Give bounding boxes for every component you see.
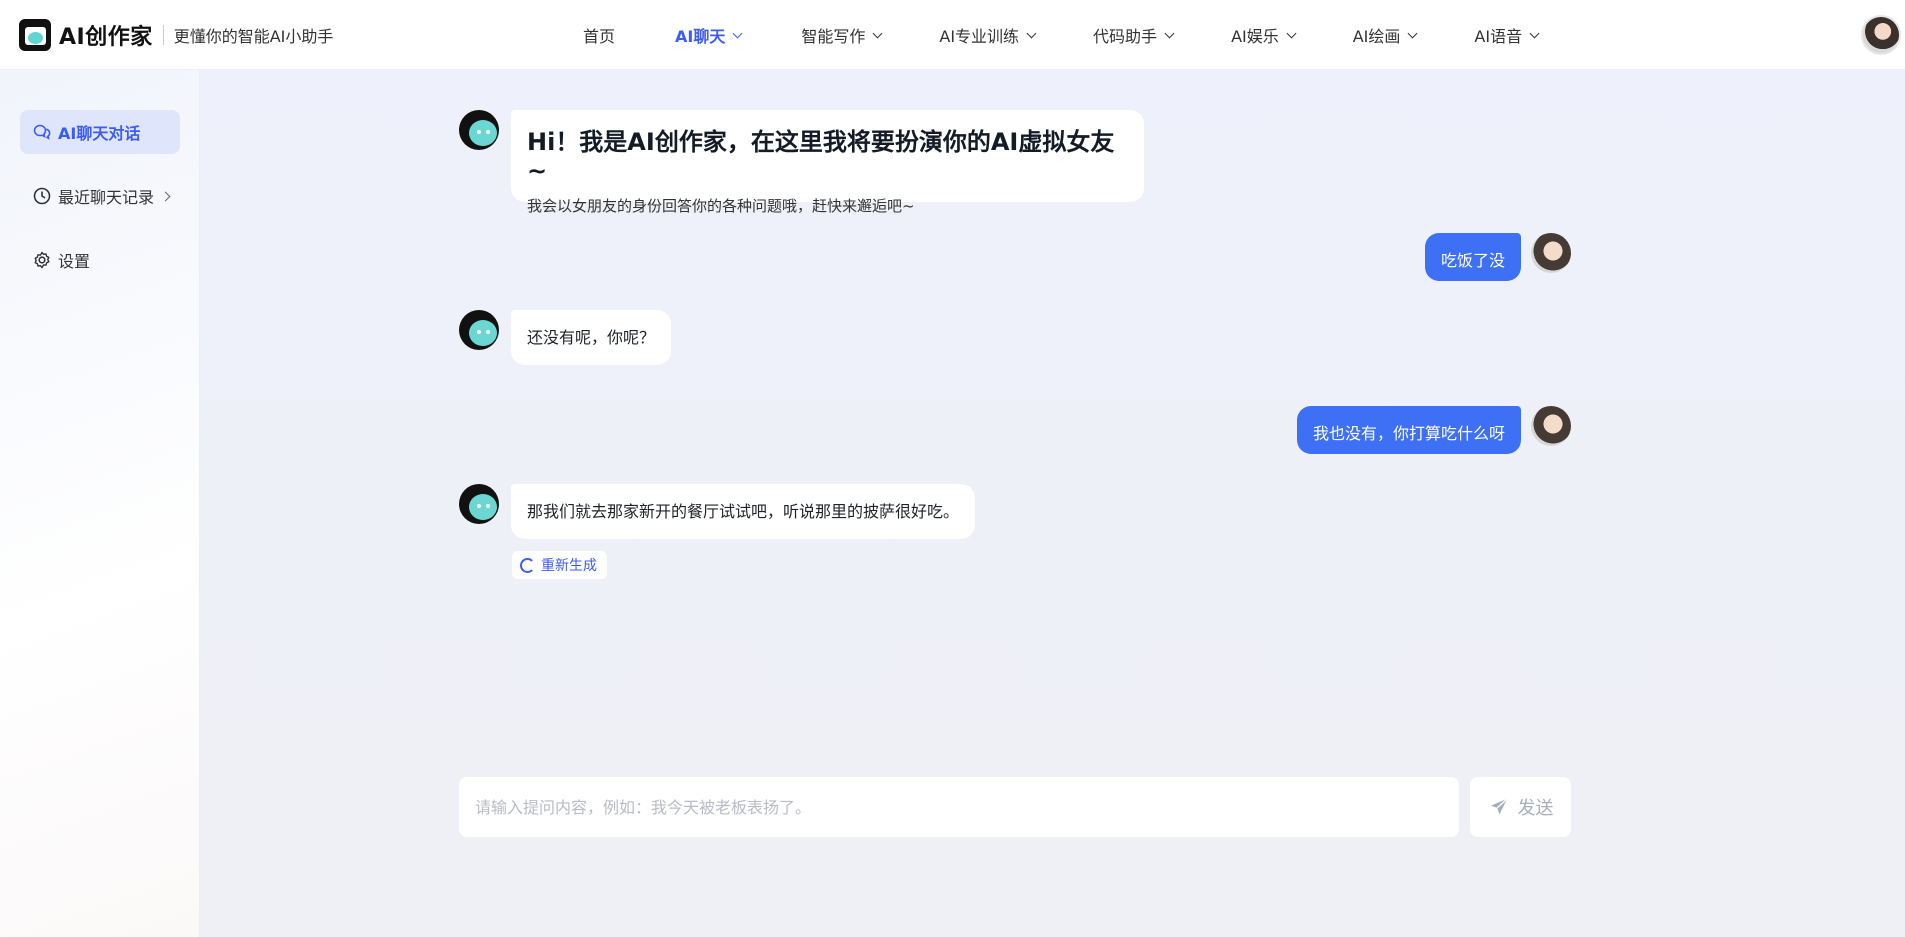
main-nav: 首页 AI聊天 智能写作 AI专业训练 代码助手 AI娱乐 AI绘画 AI语音 — [583, 0, 1540, 70]
nav-label: 首页 — [583, 27, 616, 46]
message-text: 还没有呢，你呢？ — [527, 328, 656, 347]
bot-avatar — [459, 110, 499, 150]
user-message-avatar — [1531, 233, 1571, 273]
chevron-right-icon — [160, 191, 171, 201]
chevron-down-icon — [1164, 28, 1175, 38]
message-text: 我也没有，你打算吃什么呀 — [1313, 424, 1506, 443]
nav-label: AI语音 — [1474, 27, 1523, 46]
sidebar-item-ai-chat[interactable]: AI聊天对话 — [20, 110, 180, 154]
bot-avatar — [459, 484, 499, 524]
send-label: 发送 — [1517, 798, 1554, 819]
nav-label: AI专业训练 — [939, 27, 1020, 46]
gear-icon — [32, 250, 52, 270]
user-message: 吃饭了没 — [1425, 233, 1522, 281]
refresh-icon — [520, 557, 535, 573]
sidebar-item-settings[interactable]: 设置 — [20, 238, 180, 282]
chat-area: Hi！我是AI创作家，在这里我将要扮演你的AI虚拟女友~ 我会以女朋友的身份回答… — [200, 70, 1905, 937]
regenerate-button[interactable]: 重新生成 — [512, 551, 607, 579]
nav-item-ai-training[interactable]: AI专业训练 — [939, 23, 1037, 47]
nav-label: 智能写作 — [801, 27, 866, 46]
send-button[interactable]: 发送 — [1470, 777, 1571, 837]
sidebar-item-label: AI聊天对话 — [58, 124, 141, 143]
top-header: AI创作家 更懂你的智能AI小助手 首页 AI聊天 智能写作 AI专业训练 代码… — [0, 0, 1905, 70]
send-icon — [1490, 798, 1508, 815]
greeting-message: Hi！我是AI创作家，在这里我将要扮演你的AI虚拟女友~ 我会以女朋友的身份回答… — [511, 110, 1144, 215]
nav-label: 代码助手 — [1093, 27, 1158, 46]
bot-avatar — [459, 310, 499, 350]
nav-item-home[interactable]: 首页 — [583, 23, 615, 47]
chevron-down-icon — [1529, 28, 1540, 38]
logo-divider — [162, 25, 164, 45]
nav-label: AI娱乐 — [1231, 27, 1279, 46]
nav-item-ai-entertainment[interactable]: AI娱乐 — [1231, 23, 1297, 47]
logo-slogan: 更懂你的智能AI小助手 — [173, 27, 334, 46]
sidebar-item-recent-chats[interactable]: 最近聊天记录 — [20, 174, 180, 218]
user-message-avatar — [1531, 406, 1571, 446]
sidebar: AI聊天对话 最近聊天记录 设置 — [0, 70, 200, 937]
chevron-down-icon — [1286, 28, 1297, 38]
greeting-title: Hi！我是AI创作家，在这里我将要扮演你的AI虚拟女友~ — [527, 128, 1115, 185]
chat-icon — [32, 122, 52, 142]
message-text: 那我们就去那家新开的餐厅试试吧，听说那里的披萨很好吃。 — [527, 502, 960, 521]
nav-item-ai-chat[interactable]: AI聊天 — [675, 23, 743, 47]
user-message: 我也没有，你打算吃什么呀 — [1297, 406, 1522, 454]
sidebar-item-label: 最近聊天记录 — [58, 188, 155, 207]
message-text: 吃饭了没 — [1441, 251, 1506, 270]
clock-icon — [32, 186, 52, 206]
prompt-input-box — [459, 777, 1459, 837]
greeting-subtitle: 我会以女朋友的身份回答你的各种问题哦，赶快来邂逅吧~ — [527, 197, 915, 215]
nav-label: AI聊天 — [675, 27, 726, 46]
chevron-down-icon — [732, 28, 743, 38]
nav-item-smart-writing[interactable]: 智能写作 — [801, 23, 883, 47]
nav-item-ai-painting[interactable]: AI绘画 — [1352, 23, 1418, 47]
nav-item-ai-voice[interactable]: AI语音 — [1474, 23, 1540, 47]
chevron-down-icon — [872, 28, 883, 38]
regenerate-label: 重新生成 — [541, 558, 597, 574]
chevron-down-icon — [1026, 28, 1037, 38]
user-avatar[interactable] — [1861, 15, 1901, 55]
prompt-input[interactable] — [459, 777, 1459, 837]
nav-label: AI绘画 — [1352, 27, 1401, 46]
sidebar-item-label: 设置 — [58, 252, 91, 271]
chevron-down-icon — [1407, 28, 1418, 38]
logo-icon — [19, 19, 51, 51]
logo[interactable]: AI创作家 更懂你的智能AI小助手 — [19, 19, 333, 51]
bot-message: 还没有呢，你呢？ — [511, 310, 672, 365]
nav-item-code-assistant[interactable]: 代码助手 — [1093, 23, 1175, 47]
bot-message: 那我们就去那家新开的餐厅试试吧，听说那里的披萨很好吃。 — [511, 484, 976, 539]
logo-text: AI创作家 — [59, 25, 153, 50]
